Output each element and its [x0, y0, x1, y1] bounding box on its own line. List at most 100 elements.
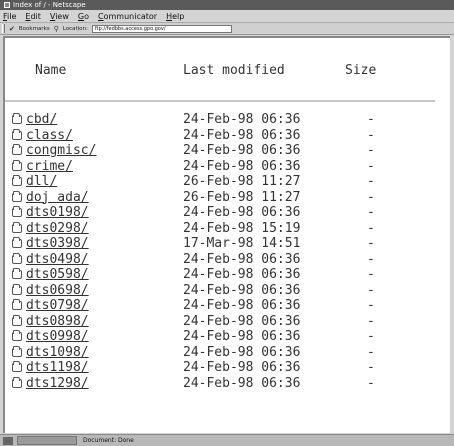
last-modified-cell: 24-Feb-98 06:36: [183, 205, 301, 220]
last-modified-cell: 24-Feb-98 06:36: [183, 375, 301, 391]
folder-link[interactable]: crime/: [26, 159, 73, 174]
last-modified-cell: 24-Feb-98 06:36: [183, 282, 301, 298]
size-cell: -: [367, 298, 375, 313]
directory-listing: cbd/24-Feb-98 06:36- class/24-Feb-98 06:3…: [5, 112, 450, 391]
folder-icon[interactable]: [12, 190, 22, 202]
last-modified-cell: 26-Feb-98 11:27: [183, 174, 301, 189]
folder-icon[interactable]: [12, 237, 22, 248]
table-row: dts1298/24-Feb-98 06:36 -: [5, 376, 450, 392]
folder-link[interactable]: doj ada/: [26, 190, 89, 205]
last-modified-cell: 17-Mar-98 14:51: [183, 236, 301, 251]
table-row: dts0398/17-Mar-98 14:51 -: [5, 236, 450, 252]
table-row: dts0698/24-Feb-98 06:36 -: [5, 283, 450, 299]
size-cell: -: [367, 344, 375, 360]
size-cell: -: [367, 189, 375, 205]
folder-icon[interactable]: [12, 144, 22, 155]
menu-bar: File Edit View Go Communicator Help: [0, 10, 454, 23]
folder-link[interactable]: dts0898/: [26, 314, 89, 329]
size-cell: -: [367, 127, 375, 143]
table-row: dts0498/24-Feb-98 06:36 -: [5, 252, 450, 268]
table-row: doj ada/26-Feb-98 11:27 -: [5, 190, 450, 206]
menu-help[interactable]: Help: [166, 12, 184, 21]
last-modified-cell: 24-Feb-98 06:36: [183, 313, 301, 329]
last-modified-cell: 24-Feb-98 06:36: [183, 112, 301, 127]
size-cell: -: [367, 143, 375, 158]
folder-link[interactable]: dts0798/: [26, 298, 89, 313]
folder-icon[interactable]: [12, 345, 22, 357]
folder-icon[interactable]: [12, 128, 22, 140]
folder-link[interactable]: dts0198/: [26, 205, 89, 220]
folder-icon[interactable]: [12, 221, 22, 233]
folder-link[interactable]: dts0998/: [26, 329, 89, 344]
size-cell: -: [367, 205, 375, 220]
last-modified-cell: 24-Feb-98 06:36: [183, 127, 301, 143]
folder-link[interactable]: dts0698/: [26, 283, 89, 298]
folder-link[interactable]: dts0398/: [26, 236, 89, 251]
folder-link[interactable]: cbd/: [26, 112, 57, 127]
folder-link[interactable]: congmisc/: [26, 143, 96, 158]
folder-icon[interactable]: [12, 314, 22, 326]
table-row: dts0598/24-Feb-98 06:36 -: [5, 267, 450, 283]
size-cell: -: [367, 251, 375, 267]
header-size: Size: [345, 63, 377, 78]
size-cell: -: [367, 329, 375, 344]
folder-icon[interactable]: [12, 159, 22, 171]
bookmarks-icon[interactable]: ✔: [9, 25, 15, 33]
menu-file[interactable]: File: [3, 12, 16, 21]
folder-icon[interactable]: [12, 206, 22, 217]
window-title: Index of / - Netscape: [13, 1, 86, 9]
size-cell: -: [367, 267, 375, 282]
folder-icon[interactable]: [12, 299, 22, 310]
status-text: Document: Done: [83, 437, 134, 444]
location-toolbar: ✔ Bookmarks ⚲ Location:: [0, 23, 454, 35]
folder-icon[interactable]: [12, 361, 22, 372]
last-modified-cell: 24-Feb-98 15:19: [183, 220, 301, 236]
folder-link[interactable]: dts1298/: [26, 376, 89, 391]
table-row: dts0798/24-Feb-98 06:36 -: [5, 298, 450, 314]
last-modified-cell: 24-Feb-98 06:36: [183, 329, 301, 344]
folder-link[interactable]: dll/: [26, 174, 57, 189]
folder-link[interactable]: class/: [26, 128, 73, 143]
folder-link[interactable]: dts0598/: [26, 267, 89, 282]
folder-link[interactable]: dts0498/: [26, 252, 89, 267]
table-row: class/24-Feb-98 06:36 -: [5, 128, 450, 144]
folder-icon[interactable]: [12, 175, 22, 186]
size-cell: -: [367, 375, 375, 391]
last-modified-cell: 24-Feb-98 06:36: [183, 158, 301, 174]
size-cell: -: [367, 158, 375, 174]
folder-link[interactable]: dts0298/: [26, 221, 89, 236]
folder-icon[interactable]: [12, 283, 22, 295]
security-lock-icon[interactable]: [3, 436, 13, 445]
size-cell: -: [367, 236, 375, 251]
menu-edit[interactable]: Edit: [25, 12, 41, 21]
table-row: dts0898/24-Feb-98 06:36 -: [5, 314, 450, 330]
folder-icon[interactable]: [12, 330, 22, 341]
bookmarks-button[interactable]: Bookmarks: [19, 26, 50, 32]
folder-link[interactable]: dts1098/: [26, 345, 89, 360]
folder-icon[interactable]: [12, 376, 22, 388]
menu-go[interactable]: Go: [78, 12, 89, 21]
page-content: Name Last modified Size cbd/24-Feb-98 06…: [3, 36, 450, 433]
menu-view[interactable]: View: [50, 12, 69, 21]
folder-icon[interactable]: [12, 252, 22, 264]
last-modified-cell: 24-Feb-98 06:36: [183, 360, 301, 375]
table-row: dll/26-Feb-98 11:27 -: [5, 174, 450, 190]
size-cell: -: [367, 282, 375, 298]
size-cell: -: [367, 174, 375, 189]
toolbar-grip-handle[interactable]: [2, 24, 5, 33]
location-field[interactable]: [91, 24, 232, 33]
last-modified-cell: 24-Feb-98 06:36: [183, 143, 301, 158]
folder-link[interactable]: dts1198/: [26, 360, 89, 375]
size-cell: -: [367, 313, 375, 329]
folder-icon[interactable]: [12, 268, 22, 279]
table-row: dts0198/24-Feb-98 06:36 -: [5, 205, 450, 221]
last-modified-cell: 24-Feb-98 06:36: [183, 298, 301, 313]
folder-icon[interactable]: [12, 113, 22, 124]
browser-window: Index of / - Netscape File Edit View Go …: [0, 0, 454, 446]
last-modified-cell: 24-Feb-98 06:36: [183, 251, 301, 267]
column-headers: Name Last modified Size: [5, 63, 450, 81]
last-modified-cell: 24-Feb-98 06:36: [183, 267, 301, 282]
menu-communicator[interactable]: Communicator: [98, 12, 157, 21]
progress-bar: [17, 436, 77, 445]
table-row: dts1098/24-Feb-98 06:36 -: [5, 345, 450, 361]
